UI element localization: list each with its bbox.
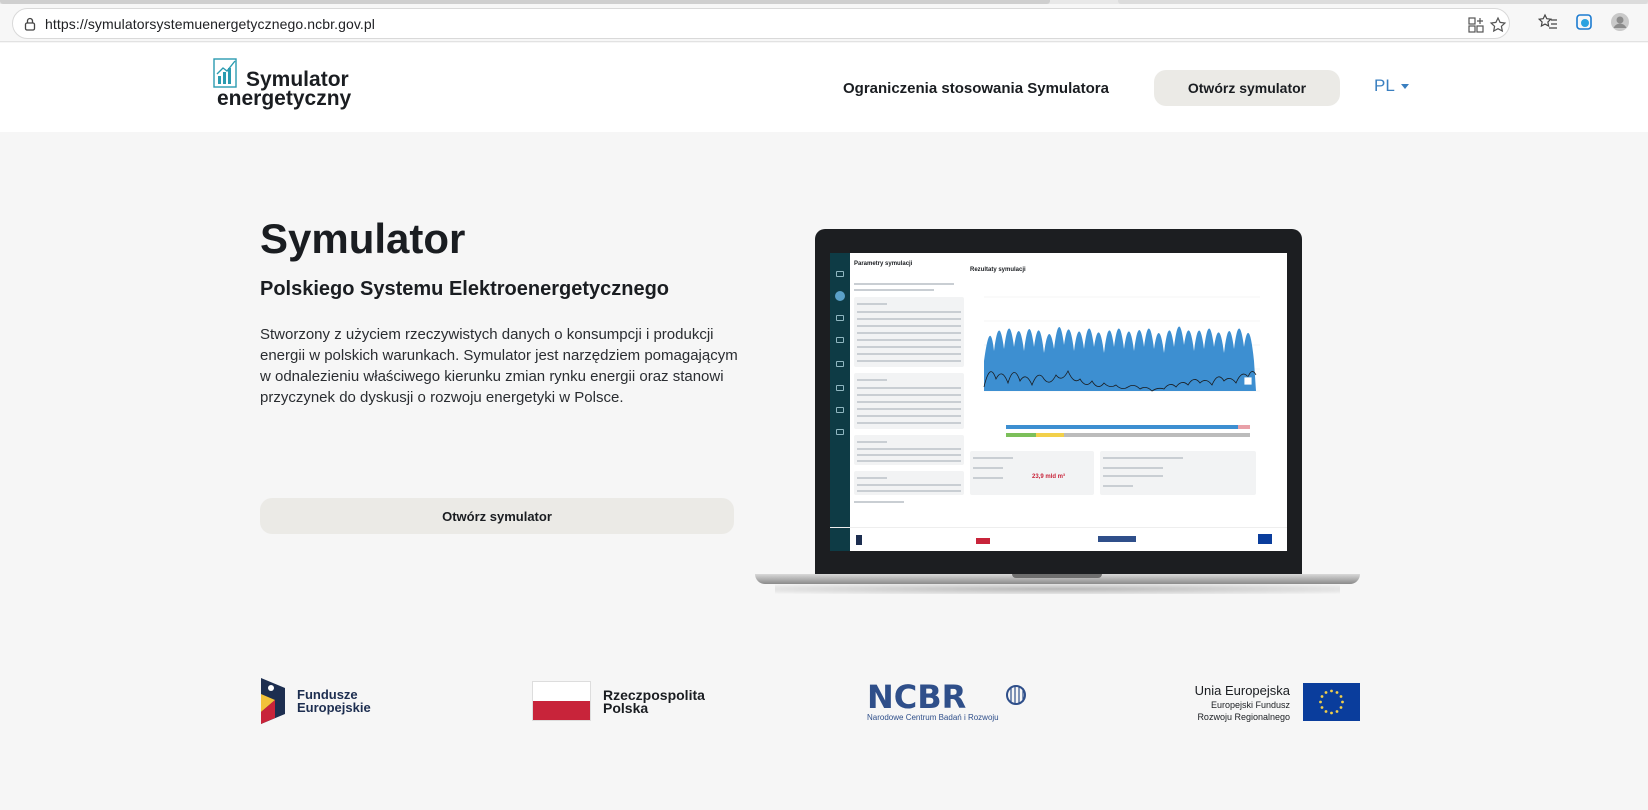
preview-sidebar — [830, 253, 850, 551]
hero-title: Symulator — [260, 215, 466, 262]
laptop-notch — [1012, 574, 1102, 578]
tab-strip — [0, 0, 1648, 4]
fundusze-europejskie-logo-icon — [261, 678, 285, 724]
unia-europejska-text: Unia Europejska Europejski Fundusz Rozwo… — [1150, 683, 1290, 722]
url-text[interactable]: https://symulatorsystemuenergetycznego.n… — [45, 16, 375, 32]
hero-subtitle: Polskiego Systemu Elektroenergetycznego — [260, 278, 670, 300]
ncbr-logo-icon: NCBR — [867, 680, 1026, 714]
preview-left-title: Parametry symulacji — [854, 261, 913, 267]
preview-results-panel: Rezultaty symulacji 23,9 mld m³ — [970, 261, 1284, 551]
ncbr-logo-text: NCBR — [867, 680, 966, 714]
eu-flag-icon — [1303, 683, 1360, 721]
favorite-star-icon[interactable] — [1489, 16, 1507, 34]
preview-gas-value: 23,9 mld m³ — [1032, 474, 1066, 480]
open-simulator-header-button[interactable]: Otwórz symulator — [1154, 70, 1340, 106]
rzeczpospolita-polska-text: Rzeczpospolita Polska — [603, 688, 705, 716]
language-selector[interactable]: PL — [1374, 76, 1409, 96]
laptop-bezel: Parametry symulacji Rezultaty symulacji … — [815, 229, 1302, 574]
nav-link-limitations[interactable]: Ograniczenia stosowania Symulatora — [843, 80, 1109, 97]
preview-right-title: Rezultaty symulacji — [970, 267, 1026, 273]
fe-line2: Europejskie — [297, 700, 371, 715]
polish-flag-icon — [532, 681, 591, 721]
site-header: Symulator energetyczny Ograniczenia stos… — [0, 43, 1648, 132]
rp-line2: Polska — [603, 700, 649, 716]
chevron-down-icon — [1400, 83, 1409, 89]
site-logo[interactable]: Symulator energetyczny — [217, 69, 352, 110]
ue-sub1: Europejski Fundusz — [1210, 700, 1290, 710]
laptop-shadow — [775, 584, 1340, 594]
ncbr-subtitle: Narodowe Centrum Badań i Rozwoju — [867, 713, 999, 722]
app-available-icon[interactable] — [1467, 16, 1485, 34]
hero-description: Stworzony z użyciem rzeczywistych danych… — [260, 326, 738, 406]
edge-collections-icon[interactable] — [1574, 12, 1594, 32]
browser-toolbar: https://symulatorsystemuenergetycznego.n… — [0, 0, 1648, 42]
ue-sub2: Rozwoju Regionalnego — [1197, 712, 1290, 722]
profile-avatar-icon[interactable] — [1610, 12, 1630, 32]
lock-icon[interactable] — [22, 16, 38, 32]
preview-demand-chart — [983, 296, 1260, 392]
simulator-screenshot: Parametry symulacji Rezultaty symulacji … — [830, 253, 1287, 551]
logo-line2: energetyczny — [217, 87, 352, 110]
preview-footer-logos — [830, 527, 1287, 551]
laptop-preview-image: Parametry symulacji Rezultaty symulacji … — [755, 229, 1360, 596]
favorites-icon[interactable] — [1538, 12, 1558, 32]
language-label: PL — [1374, 76, 1395, 95]
fundusze-europejskie-text: Fundusze Europejskie — [297, 688, 371, 714]
open-simulator-hero-button[interactable]: Otwórz symulator — [260, 498, 734, 534]
preview-parameters-panel: Parametry symulacji — [854, 261, 964, 551]
ue-title: Unia Europejska — [1194, 683, 1290, 698]
address-bar[interactable]: https://symulatorsystemuenergetycznego.n… — [12, 8, 1510, 39]
